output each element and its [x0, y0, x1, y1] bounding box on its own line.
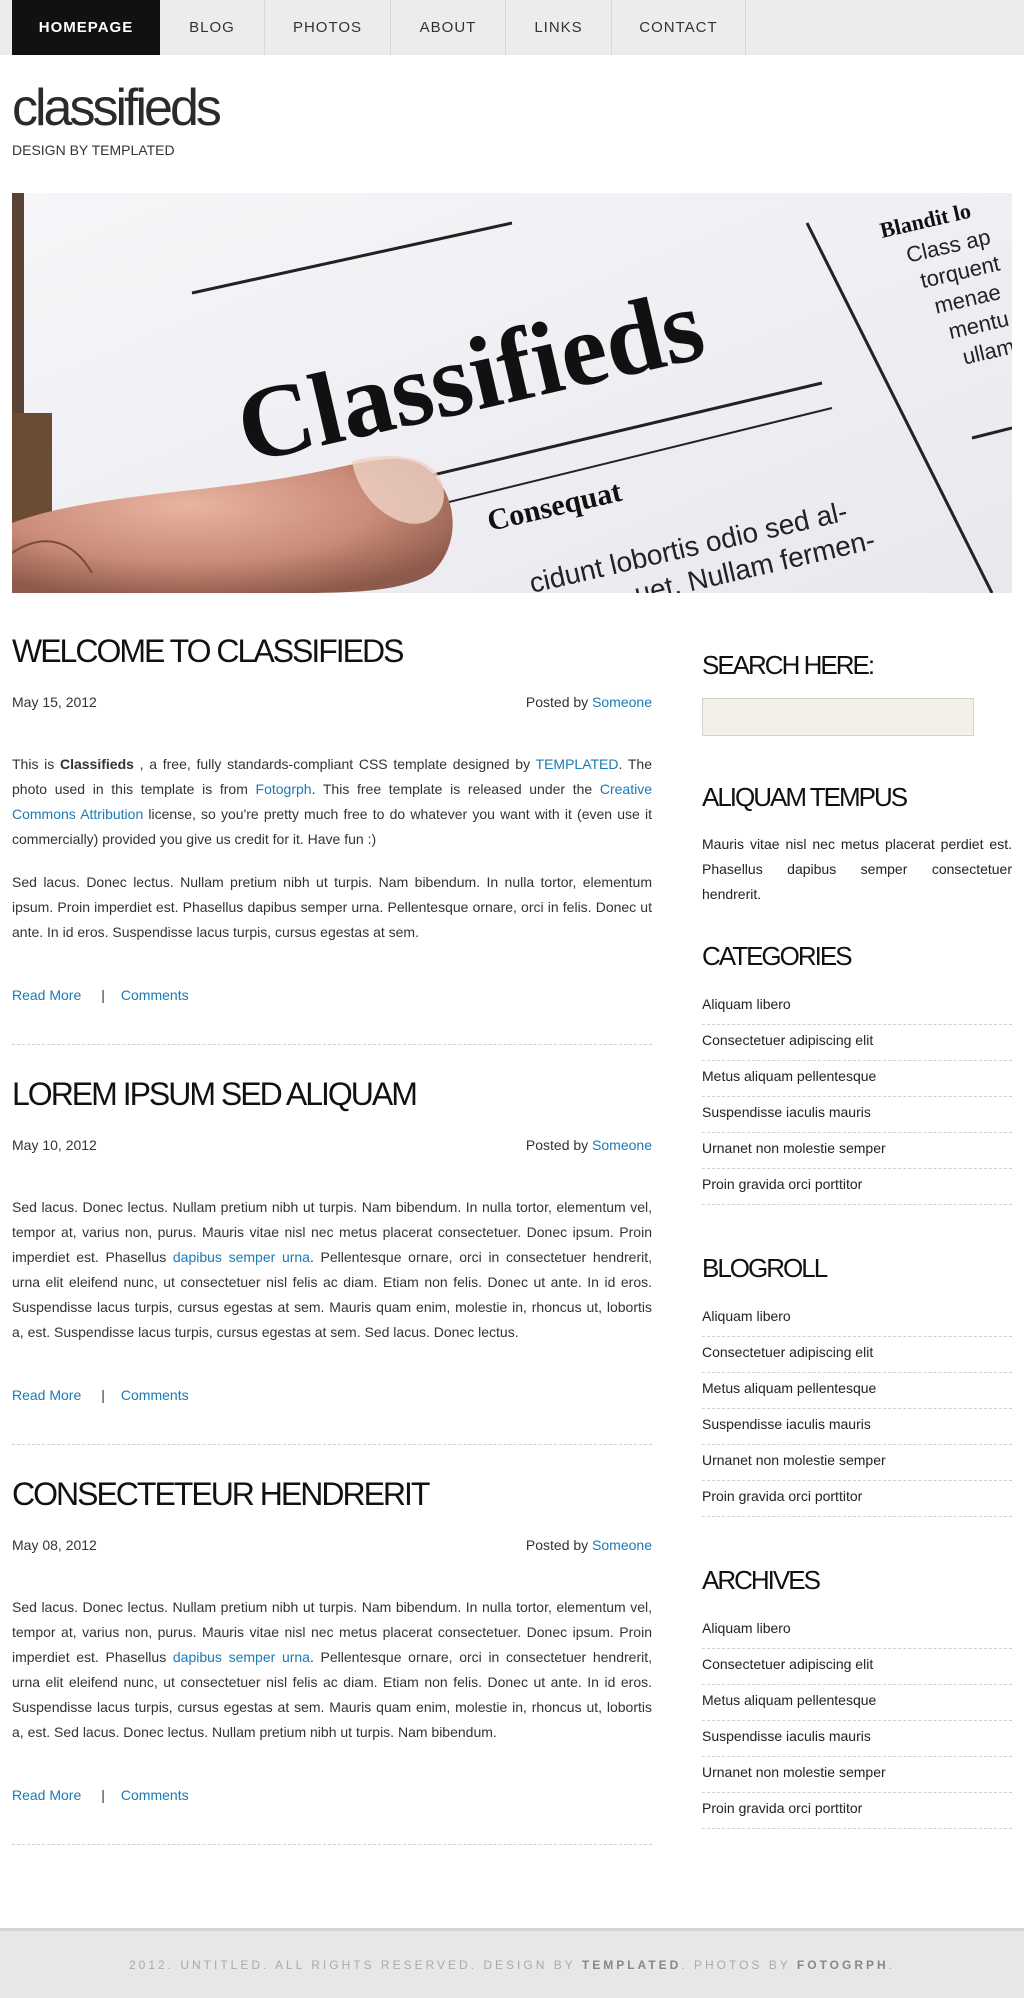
nav-item-about[interactable]: ABOUT [391, 0, 506, 55]
search-heading: SEARCH HERE: [702, 650, 875, 680]
post-body: This is Classifieds , a free, fully stan… [12, 752, 652, 945]
post: WELCOME TO CLASSIFIEDS May 15, 2012 Post… [12, 630, 652, 1045]
post-body: Sed lacus. Donec lectus. Nullam pretium … [12, 1195, 652, 1345]
post-body: Sed lacus. Donec lectus. Nullam pretium … [12, 1595, 652, 1745]
templated-link[interactable]: TEMPLATED [536, 756, 619, 772]
blogroll-heading: BLOGROLL [702, 1253, 828, 1283]
footer-text: 2012. UNTITLED. ALL RIGHTS RESERVED. DES… [129, 1958, 895, 1972]
nav-list: HOMEPAGE BLOG PHOTOS ABOUT LINKS CONTACT [12, 0, 1024, 55]
newspaper-illustration: Classifieds Consequat cidunt lobortis od… [12, 193, 1012, 593]
search-input[interactable] [702, 698, 974, 736]
categories-heading: CATEGORIES [702, 941, 853, 971]
comments-link[interactable]: Comments [121, 987, 189, 1003]
footer-fotogrph-link[interactable]: FOTOGRPH [797, 1958, 889, 1972]
text-span: . PHOTOS BY [681, 1957, 797, 1972]
site-title[interactable]: classifieds [12, 80, 222, 136]
posted-by-label: Posted by [525, 1137, 589, 1153]
comments-link[interactable]: Comments [121, 1787, 189, 1803]
archive-item[interactable]: Suspendisse iaculis mauris [702, 1721, 1012, 1757]
post-byline: Posted by Someone [526, 1537, 652, 1553]
archives-list: Aliquam libero Consectetuer adipiscing e… [702, 1613, 1012, 1829]
category-item[interactable]: Metus aliquam pellentesque [702, 1061, 1012, 1097]
nav-item-photos[interactable]: PHOTOS [265, 0, 391, 55]
post-paragraph: Sed lacus. Donec lectus. Nullam pretium … [12, 1195, 652, 1345]
read-more-link[interactable]: Read More [12, 1387, 81, 1403]
fotogrph-link[interactable]: Fotogrph [256, 781, 312, 797]
archive-item[interactable]: Metus aliquam pellentesque [702, 1685, 1012, 1721]
category-item[interactable]: Proin gravida orci porttitor [702, 1169, 1012, 1205]
nav-item-homepage[interactable]: HOMEPAGE [12, 0, 160, 55]
archives-heading: ARCHIVES [702, 1565, 821, 1595]
post-links: Read More | Comments [12, 1787, 652, 1844]
text-span: . [888, 1957, 896, 1972]
blogroll-item[interactable]: Proin gravida orci porttitor [702, 1481, 1012, 1517]
post: LOREM IPSUM SED ALIQUAM May 10, 2012 Pos… [12, 1073, 652, 1445]
archive-item[interactable]: Proin gravida orci porttitor [702, 1793, 1012, 1829]
tempus-heading: ALIQUAM TEMPUS [702, 782, 908, 812]
link-separator: | [101, 1387, 105, 1403]
post-meta: May 15, 2012 Posted by Someone [12, 694, 652, 710]
post-title[interactable]: WELCOME TO CLASSIFIEDS [12, 630, 652, 672]
main-content: WELCOME TO CLASSIFIEDS May 15, 2012 Post… [12, 630, 652, 1845]
nav-item-blog[interactable]: BLOG [160, 0, 265, 55]
archive-item[interactable]: Consectetuer adipiscing elit [702, 1649, 1012, 1685]
post-byline: Posted by Someone [526, 694, 652, 710]
site-logo: classifieds DESIGN BY TEMPLATED [12, 80, 222, 158]
text-span: This is [12, 756, 60, 772]
text-span: . This free template is released under t… [311, 781, 600, 797]
hero-banner-image: Classifieds Consequat cidunt lobortis od… [12, 193, 1012, 593]
blogroll-item[interactable]: Consectetuer adipiscing elit [702, 1337, 1012, 1373]
blogroll-item[interactable]: Suspendisse iaculis mauris [702, 1409, 1012, 1445]
categories-list: Aliquam libero Consectetuer adipiscing e… [702, 989, 1012, 1205]
blogroll-item[interactable]: Aliquam libero [702, 1301, 1012, 1337]
post-date: May 10, 2012 [12, 1137, 97, 1153]
post-title[interactable]: CONSECTETEUR HENDRERIT [12, 1473, 652, 1515]
post-date: May 08, 2012 [12, 1537, 97, 1553]
blogroll-list: Aliquam libero Consectetuer adipiscing e… [702, 1301, 1012, 1517]
footer-templated-link[interactable]: TEMPLATED [582, 1958, 681, 1972]
post-paragraph: Sed lacus. Donec lectus. Nullam pretium … [12, 874, 652, 940]
site-footer: 2012. UNTITLED. ALL RIGHTS RESERVED. DES… [0, 1928, 1024, 1998]
archive-item[interactable]: Aliquam libero [702, 1613, 1012, 1649]
post-date: May 15, 2012 [12, 694, 97, 710]
post-paragraph: Sed lacus. Donec lectus. Nullam pretium … [12, 1595, 652, 1745]
dapibus-link[interactable]: dapibus semper urna [173, 1649, 310, 1665]
post-byline: Posted by Someone [526, 1137, 652, 1153]
nav-item-links[interactable]: LINKS [506, 0, 612, 55]
category-item[interactable]: Suspendisse iaculis mauris [702, 1097, 1012, 1133]
category-item[interactable]: Aliquam libero [702, 989, 1012, 1025]
post-links: Read More | Comments [12, 987, 652, 1044]
post-title[interactable]: LOREM IPSUM SED ALIQUAM [12, 1073, 652, 1115]
post-meta: May 08, 2012 Posted by Someone [12, 1537, 652, 1553]
text-span: , a free, fully standards-compliant CSS … [133, 756, 536, 772]
category-item[interactable]: Urnanet non molestie semper [702, 1133, 1012, 1169]
link-separator: | [101, 987, 105, 1003]
comments-link[interactable]: Comments [121, 1387, 189, 1403]
blogroll-item[interactable]: Urnanet non molestie semper [702, 1445, 1012, 1481]
post-links: Read More | Comments [12, 1387, 652, 1444]
sidebar: SEARCH HERE: ALIQUAM TEMPUS Mauris vitae… [702, 650, 1012, 1829]
category-item[interactable]: Consectetuer adipiscing elit [702, 1025, 1012, 1061]
read-more-link[interactable]: Read More [12, 987, 81, 1003]
tempus-text: Mauris vitae nisl nec metus placerat per… [702, 836, 1012, 902]
nav-item-contact[interactable]: CONTACT [612, 0, 746, 55]
top-navigation: HOMEPAGE BLOG PHOTOS ABOUT LINKS CONTACT [0, 0, 1024, 55]
bold-text: Classifieds [59, 756, 134, 772]
posted-by-label: Posted by [525, 694, 589, 710]
post-author-link[interactable]: Someone [592, 694, 652, 710]
archive-item[interactable]: Urnanet non molestie semper [702, 1757, 1012, 1793]
post-paragraph: This is Classifieds , a free, fully stan… [12, 752, 652, 852]
post: CONSECTETEUR HENDRERIT May 08, 2012 Post… [12, 1473, 652, 1845]
read-more-link[interactable]: Read More [12, 1787, 81, 1803]
site-tagline: DESIGN BY TEMPLATED [12, 142, 175, 158]
dapibus-link[interactable]: dapibus semper urna [173, 1249, 310, 1265]
post-author-link[interactable]: Someone [592, 1537, 652, 1553]
blogroll-item[interactable]: Metus aliquam pellentesque [702, 1373, 1012, 1409]
text-span: 2012. UNTITLED. ALL RIGHTS RESERVED. DES… [128, 1957, 582, 1972]
post-author-link[interactable]: Someone [592, 1137, 652, 1153]
link-separator: | [101, 1787, 105, 1803]
posted-by-label: Posted by [525, 1537, 589, 1553]
post-meta: May 10, 2012 Posted by Someone [12, 1137, 652, 1153]
